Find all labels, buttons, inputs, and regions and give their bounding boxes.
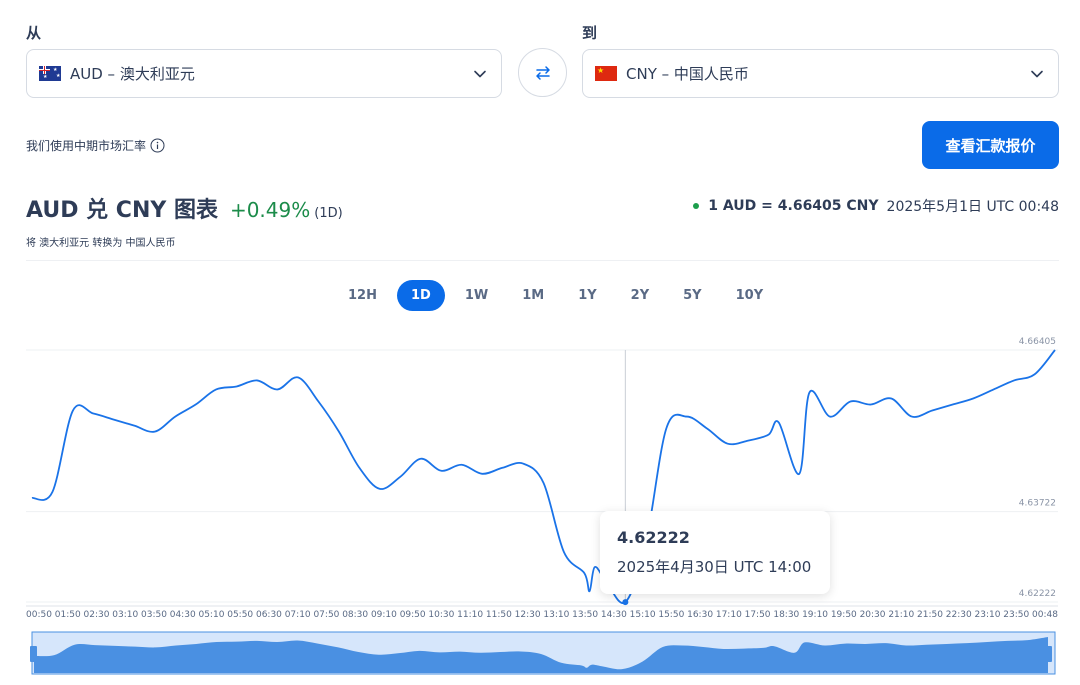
x-tick-label: 06:30 bbox=[256, 610, 282, 620]
chart-subtitle: 将 澳大利亚元 转换为 中国人民币 bbox=[26, 238, 176, 249]
australia-flag-icon: ★ ★ ★ bbox=[39, 66, 61, 81]
x-tick-label: 03:10 bbox=[112, 610, 138, 620]
chart-title: AUD 兑 CNY 图表 bbox=[26, 198, 218, 223]
swap-arrows-icon bbox=[535, 65, 550, 80]
x-tick-label: 11:10 bbox=[457, 610, 483, 620]
x-tick-label: 07:50 bbox=[313, 610, 339, 620]
rate-value: 1 AUD = 4.66405 CNY bbox=[708, 198, 879, 214]
live-dot-icon bbox=[693, 203, 700, 209]
change-period: (1D) bbox=[314, 206, 343, 221]
x-tick-label: 09:10 bbox=[371, 610, 397, 620]
swap-currencies-button[interactable] bbox=[518, 48, 567, 97]
y-tick-label: 4.63722 bbox=[1019, 499, 1056, 509]
x-tick-label: 21:50 bbox=[917, 610, 943, 620]
x-tick-label: 17:10 bbox=[716, 610, 742, 620]
from-label: 从 bbox=[26, 24, 42, 42]
navigator-handle-left bbox=[30, 646, 37, 662]
series-line bbox=[31, 349, 1056, 605]
period-tabs: 12H 1D 1W 1M 1Y 2Y 5Y 10Y bbox=[334, 280, 777, 311]
x-tick-label: 21:10 bbox=[888, 610, 914, 620]
x-tick-label: 19:10 bbox=[802, 610, 828, 620]
x-tick-label: 08:30 bbox=[342, 610, 368, 620]
tab-10y[interactable]: 10Y bbox=[722, 280, 778, 311]
x-tick-label: 17:50 bbox=[745, 610, 771, 620]
midmarket-text: 我们使用中期市场汇率 bbox=[26, 139, 147, 153]
x-tick-label: 04:30 bbox=[170, 610, 196, 620]
to-label: 到 bbox=[582, 24, 598, 42]
x-tick-label: 00:48 bbox=[1032, 610, 1058, 620]
tooltip-date: 2025年4月30日 UTC 14:00 bbox=[617, 558, 812, 576]
tab-2y[interactable]: 2Y bbox=[617, 280, 663, 311]
x-tick-label: 11:50 bbox=[486, 610, 512, 620]
x-tick-label: 15:50 bbox=[658, 610, 684, 620]
tab-12h[interactable]: 12H bbox=[334, 280, 391, 311]
chevron-down-icon bbox=[474, 70, 486, 78]
midmarket-note: 我们使用中期市场汇率 bbox=[26, 137, 165, 154]
x-tick-label: 23:10 bbox=[975, 610, 1001, 620]
tab-1w[interactable]: 1W bbox=[451, 280, 502, 311]
x-tick-label: 18:30 bbox=[773, 610, 799, 620]
x-tick-label: 12:30 bbox=[515, 610, 541, 620]
rate-timestamp: 2025年5月1日 UTC 00:48 bbox=[886, 199, 1059, 215]
chart-tooltip: 4.62222 2025年4月30日 UTC 14:00 bbox=[600, 511, 830, 594]
chevron-down-icon bbox=[1031, 70, 1043, 78]
from-currency-select[interactable]: ★ ★ ★ AUD – 澳大利亚元 bbox=[26, 49, 502, 98]
rate-chart[interactable]: 4.66405 4.63722 4.62222 00:50 01:50 02:30 03:1… bbox=[0, 330, 1080, 680]
x-tick-label: 13:50 bbox=[572, 610, 598, 620]
x-tick-label: 13:10 bbox=[543, 610, 569, 620]
x-tick-label: 23:50 bbox=[1003, 610, 1029, 620]
x-tick-label: 00:50 bbox=[26, 610, 52, 620]
hover-point bbox=[622, 599, 629, 606]
tab-1m[interactable]: 1M bbox=[508, 280, 558, 311]
x-tick-label: 14:30 bbox=[601, 610, 627, 620]
view-quote-button[interactable]: 查看汇款报价 bbox=[922, 121, 1059, 169]
tooltip-value: 4.62222 bbox=[617, 528, 690, 547]
x-tick-label: 15:10 bbox=[630, 610, 656, 620]
change-percent: +0.49% bbox=[229, 198, 311, 222]
y-tick-label: 4.66405 bbox=[1019, 337, 1056, 347]
x-tick-label: 05:50 bbox=[227, 610, 253, 620]
tab-1d[interactable]: 1D bbox=[396, 280, 445, 311]
x-tick-label: 05:10 bbox=[198, 610, 224, 620]
current-rate: 1 AUD = 4.66405 CNY 2025年5月1日 UTC 00:48 bbox=[693, 196, 1059, 216]
x-tick-label: 20:30 bbox=[860, 610, 886, 620]
china-flag-icon: ★ bbox=[595, 66, 617, 81]
info-icon[interactable] bbox=[150, 138, 165, 153]
x-tick-label: 19:50 bbox=[831, 610, 857, 620]
x-tick-label: 22:30 bbox=[946, 610, 972, 620]
divider bbox=[26, 260, 1059, 261]
x-tick-label: 09:50 bbox=[400, 610, 426, 620]
to-currency-text: CNY – 中国人民币 bbox=[626, 65, 749, 83]
from-currency-text: AUD – 澳大利亚元 bbox=[70, 65, 195, 83]
x-tick-label: 07:10 bbox=[285, 610, 311, 620]
tab-1y[interactable]: 1Y bbox=[564, 280, 610, 311]
to-currency-select[interactable]: ★ CNY – 中国人民币 bbox=[582, 49, 1059, 98]
y-tick-label: 4.62222 bbox=[1019, 589, 1056, 599]
x-tick-label: 01:50 bbox=[55, 610, 81, 620]
x-tick-label: 03:50 bbox=[141, 610, 167, 620]
x-tick-label: 16:30 bbox=[687, 610, 713, 620]
x-tick-label: 02:30 bbox=[84, 610, 110, 620]
tab-5y[interactable]: 5Y bbox=[669, 280, 715, 311]
x-tick-label: 10:30 bbox=[428, 610, 454, 620]
chart-header: AUD 兑 CNY 图表 +0.49% (1D) bbox=[26, 192, 343, 224]
navigator-handle-right bbox=[1045, 646, 1052, 662]
